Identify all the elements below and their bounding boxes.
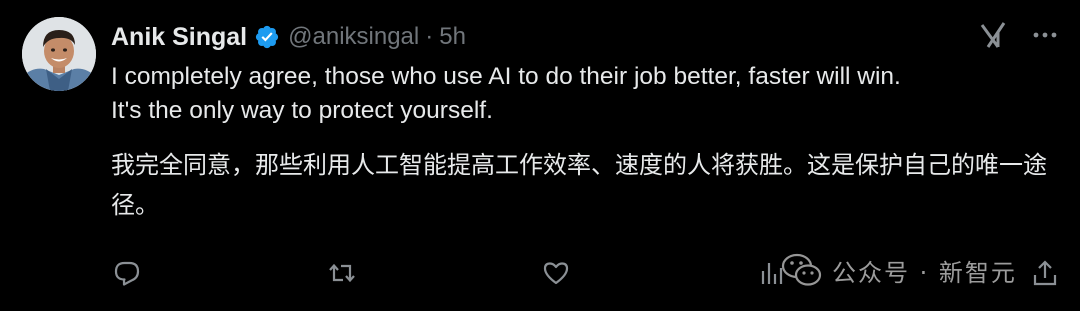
author-handle[interactable]: @aniksingal	[288, 23, 419, 51]
watermark-text: 公众号 · 新智元	[832, 258, 1017, 287]
timestamp[interactable]: 5h	[439, 23, 466, 51]
tweet-top-actions	[978, 20, 1060, 50]
grok-icon[interactable]	[978, 20, 1008, 50]
tweet-text: I completely agree, those who use AI to …	[111, 60, 1061, 225]
retweet-icon[interactable]	[326, 257, 358, 289]
avatar-image	[22, 17, 96, 91]
watermark: 公众号 · 新智元	[780, 250, 1017, 290]
tweet-text-english: I completely agree, those who use AI to …	[111, 63, 901, 124]
tweet: Anik Singal @aniksingal · 5h I completel…	[0, 0, 1080, 311]
author-name[interactable]: Anik Singal	[111, 23, 247, 52]
tweet-header: Anik Singal @aniksingal · 5h	[111, 20, 466, 54]
share-icon[interactable]	[1029, 257, 1061, 289]
like-icon[interactable]	[540, 257, 572, 289]
separator-dot: ·	[425, 23, 434, 50]
tweet-text-chinese: 我完全同意，那些利用人工智能提高工作效率、速度的人将获胜。这是保护自己的唯一途径…	[111, 151, 1047, 219]
reply-icon[interactable]	[111, 257, 143, 289]
wechat-logo-icon	[780, 250, 824, 290]
verified-badge-icon	[254, 24, 280, 50]
more-icon[interactable]	[1030, 20, 1060, 50]
avatar[interactable]	[22, 17, 96, 91]
